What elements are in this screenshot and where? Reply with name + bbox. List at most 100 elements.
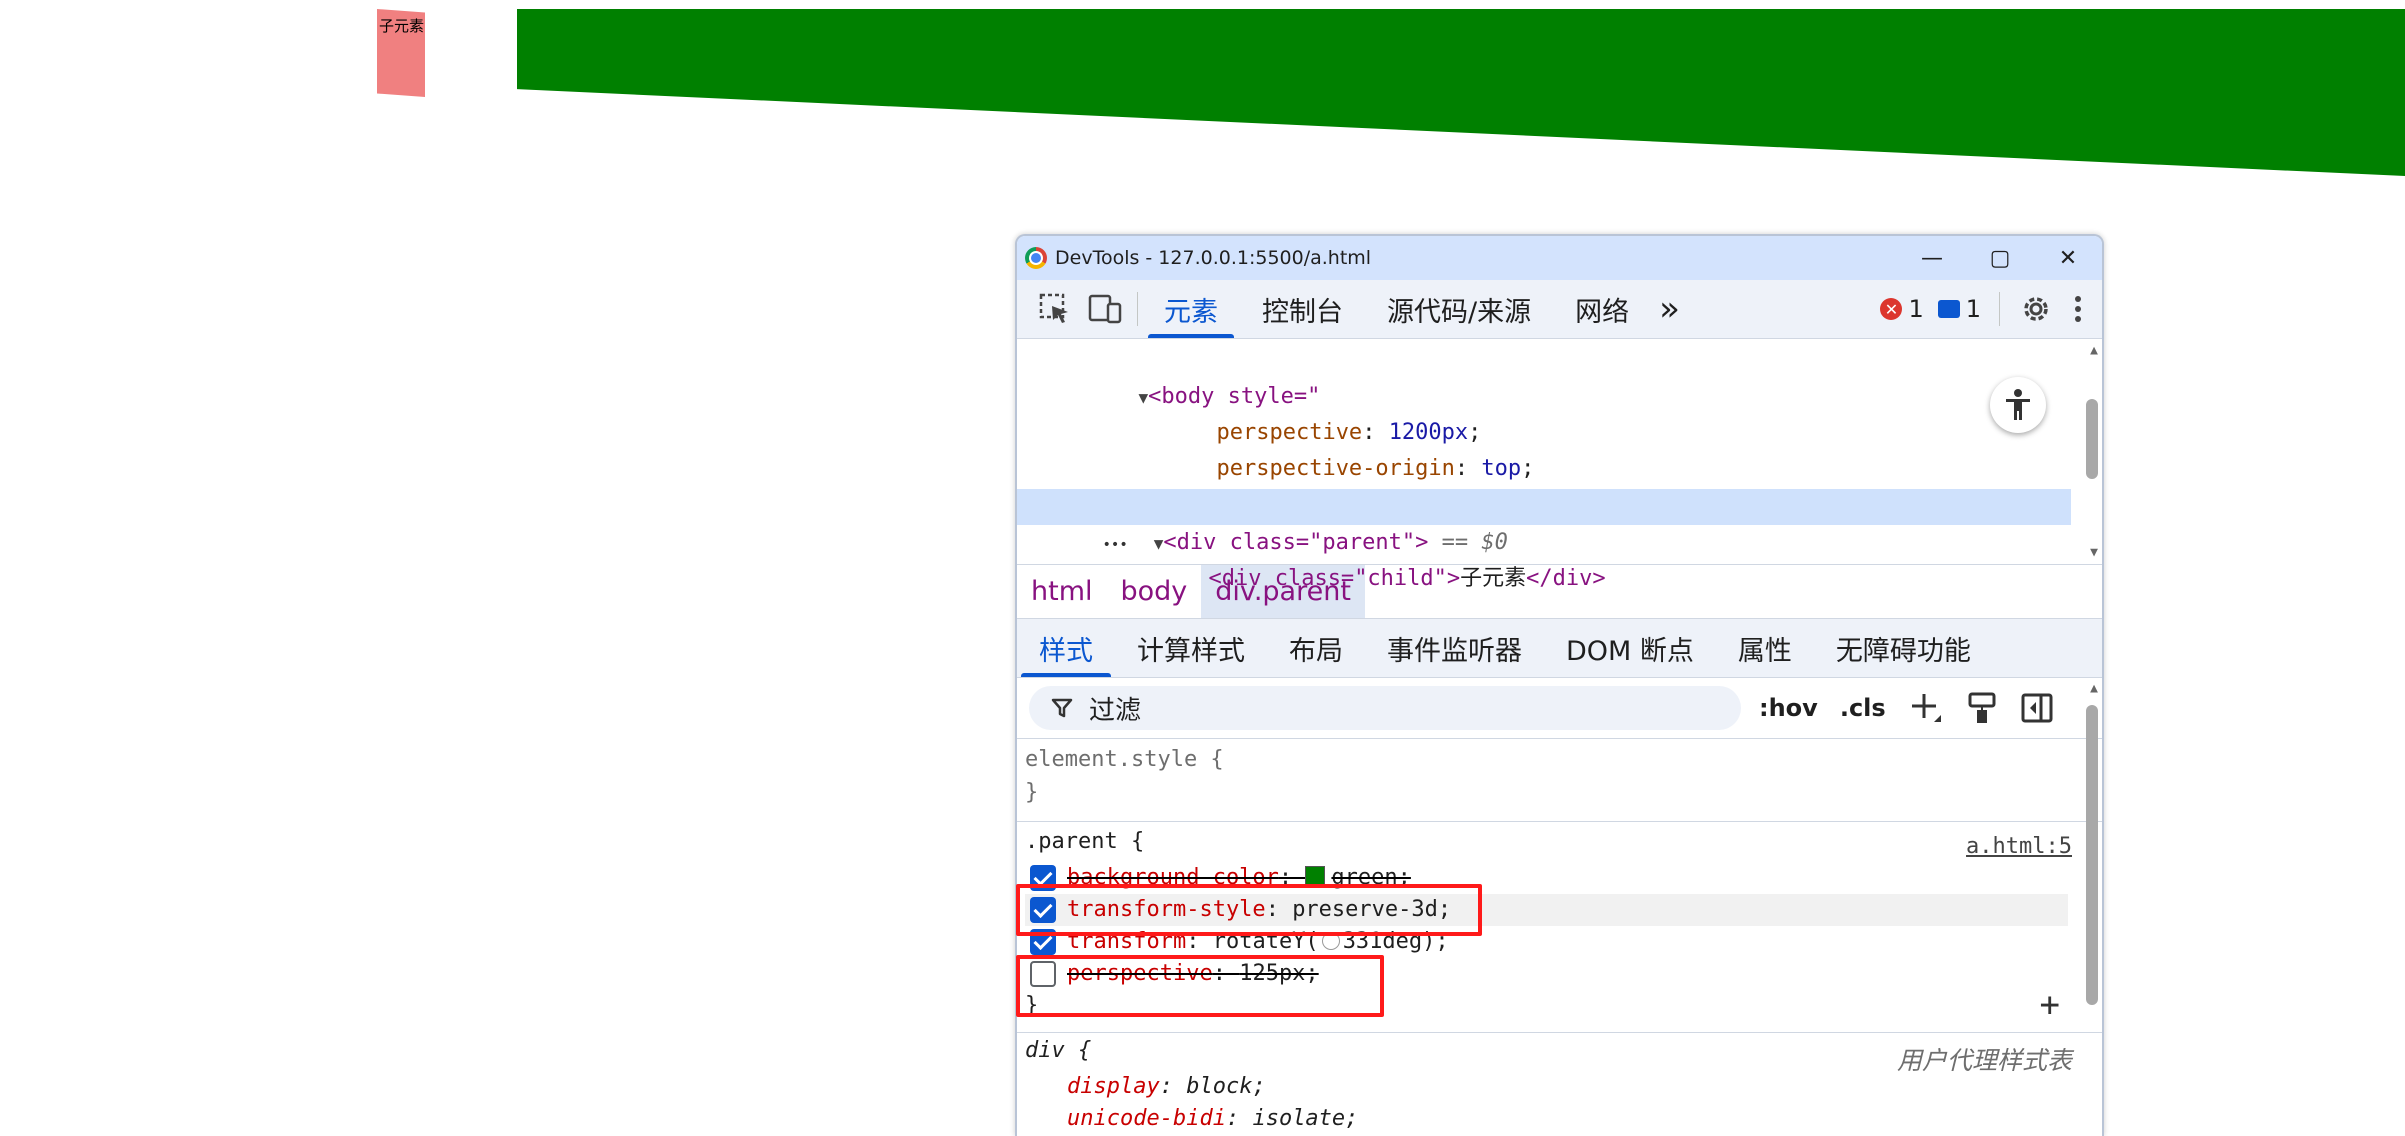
- filter-placeholder: 过滤: [1089, 695, 1142, 726]
- error-icon: ✕: [1880, 298, 1903, 320]
- element-style-selector[interactable]: element.style {: [1025, 744, 1224, 776]
- tab-label: 源代码/来源: [1387, 296, 1532, 328]
- css-prop: perspective-origin: [1216, 456, 1455, 481]
- parent-element-plane: [517, 9, 2405, 176]
- tab-label: 控制台: [1262, 296, 1343, 328]
- child-close-tag: </div>: [1526, 566, 1606, 591]
- annotation-box-transform-style: [1016, 884, 1482, 936]
- parent-rule-source-link[interactable]: a.html:5: [1966, 834, 2072, 859]
- css-value: top: [1481, 456, 1522, 481]
- subtab-label: 计算样式: [1137, 635, 1245, 667]
- filter-input[interactable]: 过滤: [1029, 686, 1741, 730]
- decl-unicode-bidi: unicode-bidi: isolate;: [1067, 1106, 1359, 1131]
- toggle-sidebar-icon[interactable]: [2020, 691, 2054, 725]
- dom-css-line-2: perspective-origin: top;: [1216, 456, 1535, 481]
- subtab-label: 无障碍功能: [1835, 635, 1971, 667]
- element-style-rule: element.style { }: [1017, 739, 2102, 822]
- div-ua-rule: div { 用户代理样式表 display: block; unicode-bi…: [1017, 1033, 2102, 1136]
- subtab-label: 样式: [1039, 635, 1093, 667]
- tab-label: 网络: [1575, 296, 1630, 328]
- child-text: 子元素: [1460, 566, 1527, 591]
- dom-body-close-line: ">: [1083, 451, 1189, 517]
- subtab-label: DOM 断点: [1566, 635, 1694, 667]
- filter-tools: :hov .cls: [1759, 678, 2054, 738]
- maximize-icon: ▢: [1989, 245, 2011, 271]
- annotation-box-perspective: [1016, 955, 1384, 1017]
- subtab-label: 属性: [1737, 635, 1792, 667]
- elements-subtabs: 样式 计算样式 布局 事件监听器 DOM 断点 属性 无障碍功能: [1017, 619, 2102, 678]
- close-button[interactable]: ✕: [2034, 236, 2102, 280]
- subtab-label: 事件监听器: [1387, 635, 1522, 667]
- tab-console[interactable]: 控制台: [1240, 280, 1365, 338]
- tab-label: 元素: [1164, 296, 1218, 328]
- tab-sources[interactable]: 源代码/来源: [1365, 280, 1553, 338]
- more-tabs-button[interactable]: »: [1651, 280, 1688, 338]
- subtab-label: 布局: [1289, 635, 1343, 667]
- tab-layout[interactable]: 布局: [1267, 619, 1365, 677]
- filter-funnel-icon: [1051, 696, 1075, 720]
- message-icon: [1937, 300, 1960, 318]
- tab-elements[interactable]: 元素: [1142, 280, 1240, 338]
- dom-css-line-1: perspective: 1200px;: [1216, 420, 1482, 445]
- child-tag-open: <div class=: [1208, 566, 1355, 591]
- decl-display: display: block;: [1067, 1074, 1266, 1099]
- maximize-button[interactable]: ▢: [1966, 236, 2034, 280]
- color-swatch[interactable]: [1305, 866, 1326, 886]
- tab-computed[interactable]: 计算样式: [1115, 619, 1267, 677]
- inspect-cursor-icon: [1039, 293, 1068, 323]
- more-options-icon[interactable]: [2068, 291, 2088, 327]
- dom-scrollbar[interactable]: [2086, 399, 2098, 479]
- styles-scroll-up-arrow-icon[interactable]: ▲: [2090, 681, 2098, 696]
- hov-toggle-button[interactable]: :hov: [1759, 694, 1818, 722]
- user-agent-stylesheet-label: 用户代理样式表: [1896, 1046, 2072, 1075]
- new-style-rule-icon[interactable]: [1908, 690, 1944, 726]
- window-controls: — ▢ ✕: [1898, 236, 2102, 280]
- minimize-button[interactable]: —: [1898, 236, 1966, 280]
- cls-toggle-button[interactable]: .cls: [1840, 694, 1886, 722]
- div-rule-selector: div {: [1025, 1038, 1092, 1063]
- dom-child-line[interactable]: <div class="child">子元素</div>: [1129, 525, 1605, 591]
- inspect-element-button[interactable]: [1037, 291, 1073, 327]
- dom-selected-parent-line[interactable]: ••• ▼<div class="parent"> == $0: [1017, 489, 2071, 555]
- scroll-up-arrow-icon[interactable]: ▲: [2090, 343, 2098, 358]
- accessibility-tree-button[interactable]: [1990, 377, 2046, 433]
- window-title: DevTools - 127.0.0.1:5500/a.html: [1055, 247, 1372, 269]
- accessibility-person-icon: [2006, 389, 2030, 420]
- child-element-label: 子元素: [379, 17, 425, 35]
- double-chevron-icon: »: [1659, 289, 1680, 329]
- toolbar-separator: [1999, 292, 2000, 326]
- ellipsis-icon[interactable]: •••: [1102, 537, 1127, 553]
- gear-icon[interactable]: [2018, 291, 2054, 327]
- child-element: 子元素: [377, 9, 425, 97]
- device-mode-icon: [1088, 294, 1122, 324]
- tab-dom-breakpoints[interactable]: DOM 断点: [1544, 619, 1716, 677]
- devtools-main-toolbar: 元素 控制台 源代码/来源 网络 » ✕ 1 1: [1017, 280, 2102, 339]
- styles-scrollbar[interactable]: [2086, 705, 2098, 1005]
- child-tag-end: >: [1446, 566, 1461, 591]
- element-style-close-brace: }: [1025, 780, 1039, 805]
- styles-rules-panel: element.style { } .parent { a.html:5 bac…: [1017, 681, 2102, 1136]
- tab-event-listeners[interactable]: 事件监听器: [1365, 619, 1544, 677]
- scroll-down-arrow-icon[interactable]: ▼: [2090, 545, 2098, 560]
- message-count: 1: [1965, 295, 1981, 323]
- devtools-titlebar: DevTools - 127.0.0.1:5500/a.html — ▢ ✕: [1017, 236, 2102, 280]
- tab-accessibility[interactable]: 无障碍功能: [1814, 619, 1993, 677]
- message-counter[interactable]: 1: [1937, 295, 1981, 323]
- parent-rule-selector[interactable]: .parent {: [1025, 826, 1144, 858]
- add-declaration-icon[interactable]: +: [2040, 988, 2060, 1022]
- child-class-value: "child": [1354, 566, 1447, 591]
- toolbar-right: ✕ 1 1: [1880, 280, 2088, 338]
- dom-tree-panel: ▼<body style=" perspective: 1200px; pers…: [1017, 339, 2102, 591]
- device-toolbar-button[interactable]: [1087, 291, 1123, 327]
- error-count: 1: [1908, 295, 1924, 323]
- minimize-icon: —: [1921, 245, 1943, 271]
- dom-body-open-line[interactable]: ▼<body style=": [1059, 343, 1320, 409]
- styles-filter-bar: 过滤 :hov .cls: [1017, 678, 2102, 739]
- tab-properties[interactable]: 属性: [1716, 619, 1814, 677]
- tab-styles[interactable]: 样式: [1017, 619, 1115, 677]
- format-painter-icon[interactable]: [1966, 691, 1998, 725]
- close-icon: ✕: [2058, 245, 2078, 271]
- chrome-logo-icon: [1025, 247, 1047, 269]
- tab-network[interactable]: 网络: [1553, 280, 1651, 338]
- error-counter[interactable]: ✕ 1: [1880, 295, 1924, 323]
